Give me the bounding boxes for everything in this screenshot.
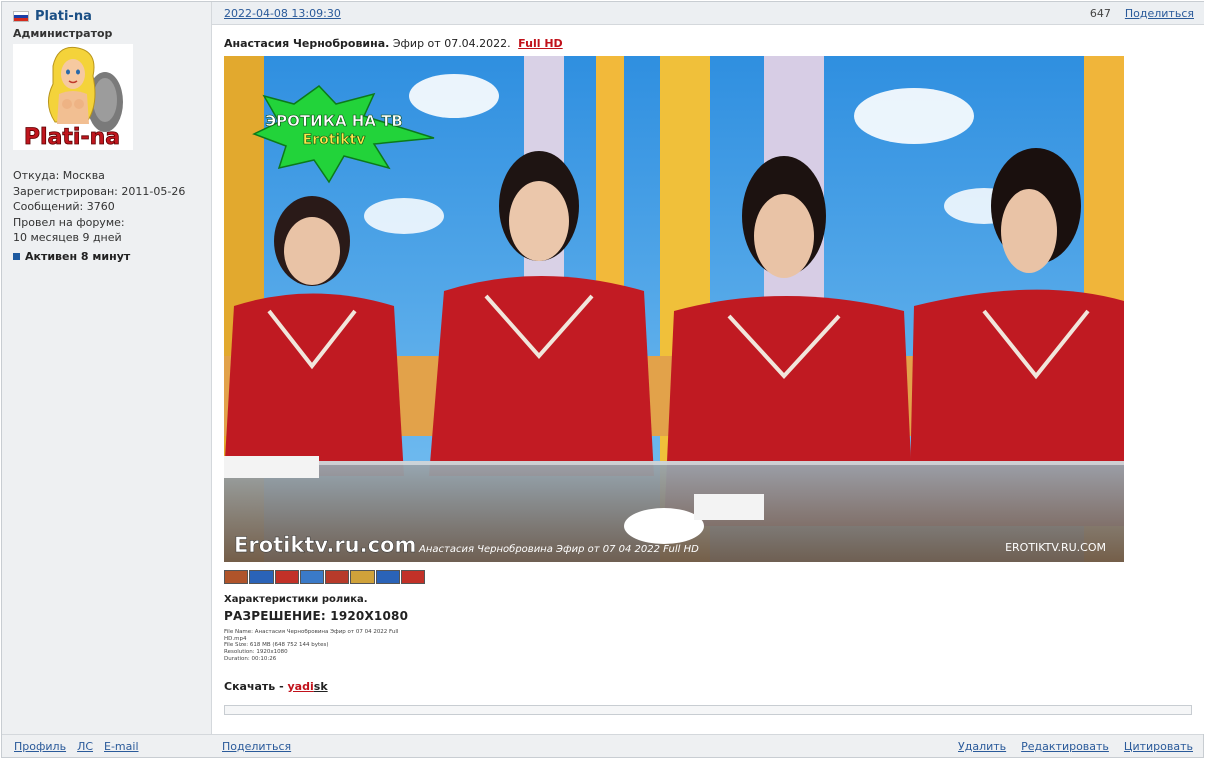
thumbnail-strip[interactable] [224, 570, 426, 584]
quote-link[interactable]: Цитировать [1124, 740, 1193, 753]
full-hd-link[interactable]: Full HD [518, 37, 563, 50]
signature-divider-box [224, 704, 1192, 715]
resolution-text: РАЗРЕШЕНИЕ: 1920X1080 [224, 609, 409, 623]
post-content-column: 2022-04-08 13:09:30 647 Поделиться Анаст… [212, 2, 1204, 734]
user-location: Откуда: Москва [13, 169, 105, 182]
download-line: Скачать - yadisk [224, 679, 328, 693]
user-forum-time-label: Провел на форуме: [13, 215, 125, 229]
share-link-top[interactable]: Поделиться [1125, 7, 1194, 20]
user-profile-panel: Plati-na Администратор Plati-na Откуда: … [2, 2, 212, 734]
post-view-count: 647 [1089, 6, 1111, 20]
user-avatar[interactable]: Plati-na [13, 44, 133, 150]
download-link[interactable]: yadisk [288, 680, 328, 693]
user-rank: Администратор [13, 27, 113, 40]
username-link[interactable]: Plati-na [35, 9, 92, 24]
user-registered: Зарегистрирован: 2011-05-26 [13, 184, 186, 198]
image-watermark-right: EROTIKTV.RU.COM [1005, 541, 1106, 554]
post-header: 2022-04-08 13:09:30 647 Поделиться [212, 2, 1204, 25]
image-watermark-left: Erotiktv.ru.com [234, 533, 416, 557]
media-info-block: File Name: Анастасия Чернобровина Эфир о… [224, 629, 399, 662]
username-row: Plati-na [13, 8, 211, 24]
svg-text:Erotiktv: Erotiktv [303, 132, 366, 148]
avatar-signature: Plati-na [24, 125, 120, 150]
post-body: Анастасия Чернобровина. Эфир от 07.04.20… [212, 25, 1204, 715]
specs-title: Характеристики ролика. [224, 594, 368, 605]
svg-text:ЭРОТИКА НА ТВ: ЭРОТИКА НА ТВ [265, 112, 403, 130]
post-title: Анастасия Чернобровина. Эфир от 07.04.20… [224, 37, 563, 50]
post-footer: Профиль ЛС E-mail Поделиться Удалить Ред… [2, 734, 1203, 757]
private-message-link[interactable]: ЛС [77, 740, 93, 753]
post-date-link[interactable]: 2022-04-08 13:09:30 [224, 7, 341, 20]
share-link-bottom[interactable]: Поделиться [222, 740, 291, 753]
user-status: Активен 8 минут [13, 250, 211, 263]
user-forum-time: 10 месяцев 9 дней [13, 231, 122, 244]
online-status-icon [13, 252, 20, 260]
russia-flag-icon [13, 10, 29, 22]
email-link[interactable]: E-mail [104, 740, 139, 753]
post-image[interactable]: ЭРОТИКА НА ТВ Erotiktv Erotiktv.ru.com А… [224, 56, 1124, 562]
edit-link[interactable]: Редактировать [1021, 740, 1109, 753]
delete-link[interactable]: Удалить [958, 740, 1006, 753]
forum-post: Plati-na Администратор Plati-na Откуда: … [1, 1, 1204, 758]
profile-link[interactable]: Профиль [14, 740, 66, 753]
user-messages: Сообщений: 3760 [13, 200, 115, 213]
image-caption: Анастасия Чернобровина Эфир от 07 04 202… [418, 543, 699, 555]
user-info: Откуда: Москва Зарегистрирован: 2011-05-… [13, 168, 211, 246]
